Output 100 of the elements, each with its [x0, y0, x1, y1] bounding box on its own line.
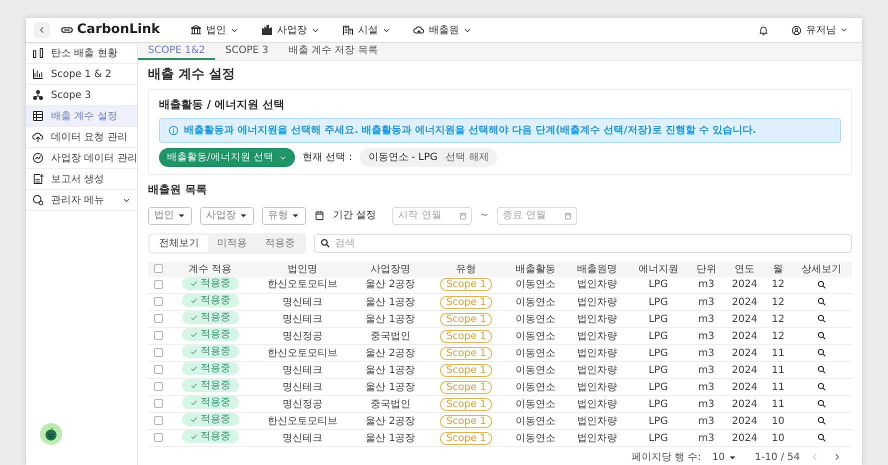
user-icon	[791, 24, 802, 36]
table-cell: 법인차량	[566, 412, 628, 430]
table-cell: 법인차량	[566, 328, 628, 345]
date-field[interactable]: 시작 연월	[392, 206, 472, 225]
column-header: 계수 적용	[168, 262, 252, 277]
gauge-icon	[32, 152, 44, 164]
table-cell: 이동연소	[504, 362, 566, 379]
checkbox[interactable]	[154, 264, 162, 274]
chevron-down-icon	[840, 26, 848, 34]
column-header: 배출원명	[566, 262, 628, 277]
select-field[interactable]: 사업장	[200, 206, 254, 225]
network-icon	[32, 89, 44, 101]
scope-badge: Scope 1	[440, 278, 492, 292]
checkbox[interactable]	[154, 382, 162, 392]
checkbox[interactable]	[154, 365, 162, 374]
bell-icon	[758, 24, 769, 36]
search-icon	[816, 331, 826, 340]
current-selection-label: 현재 선택 :	[302, 151, 352, 166]
select-field[interactable]: 유형	[262, 206, 306, 225]
table-cell: 2024	[724, 378, 766, 396]
view-tab[interactable]: 전체보기	[150, 234, 208, 252]
nav-menu[interactable]: 시설	[336, 22, 397, 38]
checkbox[interactable]	[154, 297, 162, 306]
table-cell: LPG	[628, 310, 689, 328]
search-icon	[816, 348, 826, 358]
table-cell: LPG	[628, 294, 689, 311]
table-cell: m3	[688, 362, 724, 379]
table-cell: 법인차량	[566, 294, 628, 311]
checkbox[interactable]	[154, 433, 162, 442]
scope-badge: Scope 1	[440, 296, 492, 309]
sidebar-item[interactable]: 탄소 배출 현황	[26, 43, 137, 64]
table-cell: 이동연소	[504, 344, 566, 362]
table-cell: 2024	[724, 396, 766, 413]
tab[interactable]: 배출 계수 저장 목록	[278, 43, 388, 60]
sidebar-item[interactable]: 보고서 생성	[26, 169, 137, 190]
table-cell: 이동연소	[504, 412, 566, 430]
checkbox[interactable]	[154, 280, 162, 290]
search-field[interactable]: 검색	[314, 234, 852, 253]
select-field[interactable]: 법인	[148, 206, 192, 225]
scope-badge: Scope 1	[440, 312, 492, 326]
table-cell: 한신오토모티브	[252, 276, 354, 294]
scope-badge: Scope 1	[440, 330, 492, 343]
clear-selection-button[interactable]: 선택 해제	[446, 150, 489, 166]
user-menu[interactable]: 유저님	[785, 22, 854, 38]
table-cell: LPG	[628, 378, 689, 396]
column-header: 배출활동	[504, 262, 566, 277]
table-cell: 이동연소	[504, 276, 566, 294]
table-cell: 명신테크	[252, 294, 354, 311]
checkbox[interactable]	[154, 416, 162, 426]
table-cell: m3	[688, 396, 724, 413]
status-badge: 적용중	[182, 294, 239, 308]
sidebar-item[interactable]: Scope 1 & 2	[26, 64, 137, 85]
checkbox[interactable]	[154, 348, 162, 358]
table-cell: 명신정공	[252, 328, 354, 345]
table-cell: 법인차량	[566, 310, 628, 328]
view-tab[interactable]: 적용중	[256, 234, 304, 252]
dropdown-arrow-icon	[178, 212, 185, 220]
table-cell: 법인차량	[566, 430, 628, 447]
search-icon	[816, 433, 826, 442]
checkbox[interactable]	[154, 399, 162, 408]
view-tab[interactable]: 미적용	[208, 234, 256, 252]
nav-menu[interactable]: 법인	[184, 22, 245, 38]
table-cell: 울산 2공장	[353, 412, 428, 430]
calendar-icon	[314, 210, 325, 222]
bar-chart-icon	[32, 47, 44, 59]
table-cell: m3	[688, 294, 724, 311]
sidebar-item[interactable]: 데이터 요청 관리	[26, 127, 137, 148]
nav-menu[interactable]: 사업장	[254, 22, 326, 38]
scope-badge: Scope 1	[440, 364, 492, 377]
table-cell: 한신오토모티브	[252, 412, 354, 430]
table-cell: 2024	[724, 294, 766, 311]
table-cell: 이동연소	[504, 328, 566, 345]
back-button[interactable]	[34, 22, 50, 38]
nav-menu[interactable]: 배출원	[406, 22, 478, 38]
checkbox[interactable]	[154, 331, 162, 340]
page-range: 1-10 / 54	[754, 451, 800, 465]
scope-badge: Scope 1	[440, 380, 492, 394]
table-cell: 울산 2공장	[353, 344, 428, 362]
tab[interactable]: SCOPE 3	[215, 43, 278, 60]
checkbox[interactable]	[154, 314, 162, 324]
table-cell: 2024	[724, 328, 766, 345]
sidebar-item[interactable]: 사업장 데이터 관리	[26, 148, 137, 169]
search-icon	[816, 382, 826, 392]
search-icon	[816, 314, 826, 324]
search-icon	[816, 416, 826, 426]
table-cell: 12	[766, 294, 791, 311]
field-label: 유형	[267, 209, 288, 224]
select-button[interactable]: 배출활동/에너지원 선택	[159, 148, 295, 168]
assistant-button[interactable]	[40, 423, 62, 445]
search-icon	[816, 280, 826, 290]
sidebar-item[interactable]: 관리자 메뉴	[26, 190, 137, 211]
rows-per-page-select[interactable]: 10	[709, 450, 739, 465]
date-field[interactable]: 종료 연월	[496, 206, 577, 225]
range-separator: ~	[480, 209, 489, 224]
table-cell: 이동연소	[504, 430, 566, 447]
table-cell: m3	[688, 412, 724, 430]
table-cell: 12	[766, 310, 791, 328]
table-cell: 한신오토모티브	[252, 344, 354, 362]
table-cell: 2024	[724, 276, 766, 294]
column-header: 법인명	[252, 262, 354, 277]
